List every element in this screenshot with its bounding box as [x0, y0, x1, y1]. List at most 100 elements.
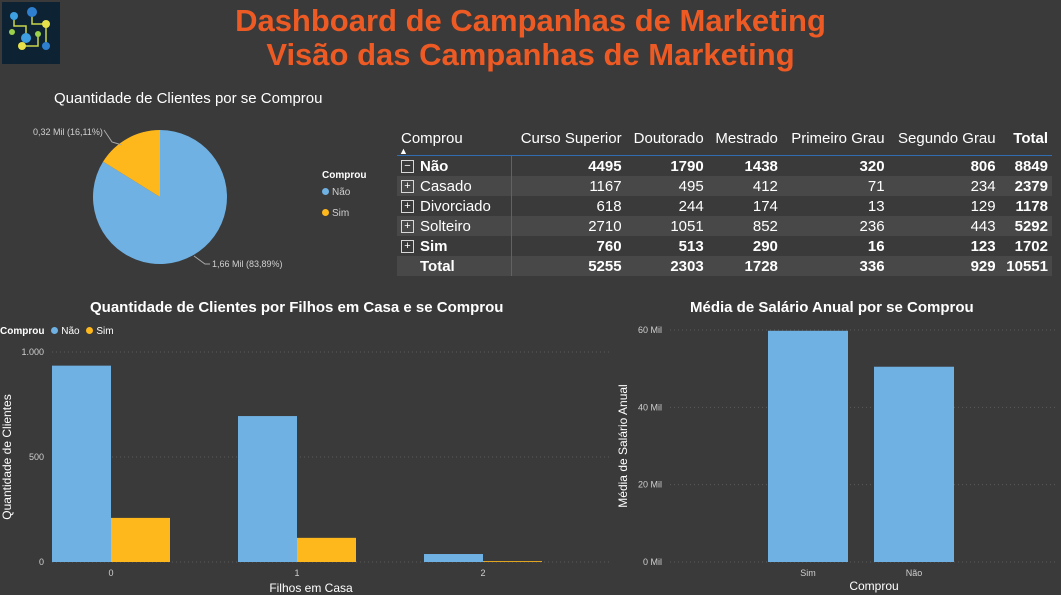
matrix-table[interactable]: Comprou ▲ Curso Superior Doutorado Mestr…: [397, 127, 1052, 276]
bar-salary-sim[interactable]: [768, 330, 848, 562]
matrix-row-label[interactable]: + Divorciado: [397, 196, 512, 216]
matrix-cell: 320: [859, 157, 885, 175]
matrix-header-primeiro-grau[interactable]: Primeiro Grau: [781, 127, 889, 156]
matrix-cell: 10551: [999, 256, 1052, 276]
legend-dot-nao: [322, 188, 329, 195]
matrix-row-não[interactable]: − Não 4495 1790 1438 320 806 8849: [397, 155, 1052, 176]
matrix-header-comprou[interactable]: Comprou ▲: [397, 127, 511, 156]
expand-icon[interactable]: +: [401, 180, 414, 194]
children-legend-item-sim[interactable]: Sim: [86, 326, 114, 337]
pie-chart[interactable]: 0,32 Mil (16,11%) 1,66 Mil (83,89%): [0, 115, 390, 285]
matrix-header-total[interactable]: Total: [999, 127, 1052, 156]
expand-icon[interactable]: +: [401, 220, 414, 234]
y-tick-label: 0: [39, 557, 44, 567]
legend-dot-nao: [51, 327, 59, 334]
legend-label-nao: Não: [332, 187, 351, 198]
matrix-cell: 1438: [744, 157, 778, 175]
y-axis-title: Quantidade de Clientes: [0, 394, 14, 519]
matrix-row-label-text: Total: [420, 257, 455, 275]
matrix-row-casado[interactable]: + Casado 1167 495 412 71 234 2379: [397, 176, 1052, 196]
y-tick-label: 20 Mil: [638, 480, 662, 490]
matrix-cell: 234: [888, 176, 1000, 196]
matrix-cell: 174: [752, 197, 778, 215]
matrix-cell: 16: [867, 237, 885, 255]
sort-ascending-icon[interactable]: ▲: [399, 146, 408, 156]
matrix-header-segundo-grau[interactable]: Segundo Grau: [888, 127, 1000, 156]
pie-chart-title: Quantidade de Clientes por se Comprou: [54, 90, 323, 107]
matrix-cell: 4495: [588, 157, 622, 175]
x-tick-label: 2: [480, 568, 485, 578]
salary-chart-title: Média de Salário Anual por se Comprou: [690, 299, 974, 316]
matrix-cell: 495: [625, 176, 708, 196]
bar-sim-0[interactable]: [111, 517, 170, 562]
bar-não-1[interactable]: [238, 416, 297, 562]
legend-dot-sim: [86, 327, 94, 334]
collapse-icon[interactable]: −: [401, 160, 414, 174]
pie-legend-item-sim[interactable]: Sim: [322, 208, 349, 219]
x-axis-title: Comprou: [849, 579, 898, 593]
matrix-cell: 2710: [511, 216, 626, 236]
matrix-cell: 13: [867, 197, 885, 215]
children-chart-legend: Comprou Não Sim: [0, 326, 114, 337]
matrix-header-curso-superior[interactable]: Curso Superior: [511, 127, 626, 156]
matrix-cell: 5255: [511, 256, 626, 276]
matrix-row-label-text: Casado: [420, 177, 472, 195]
matrix-header-mestrado[interactable]: Mestrado: [707, 127, 782, 156]
children-bar-chart[interactable]: 0 500 1.000 0 1 2 Filhos em Casa Quantidade de …: [0, 340, 620, 595]
matrix-row-label-text: Não: [420, 157, 449, 175]
pie-legend-title: Comprou: [322, 170, 367, 181]
pie-leader-line-nao: [193, 255, 210, 265]
matrix-cell: 1167: [511, 176, 626, 196]
matrix-cell: 2303: [625, 256, 708, 276]
y-tick-label: 500: [29, 452, 44, 462]
matrix-cell: 760: [596, 237, 622, 255]
bar-salary-não[interactable]: [874, 366, 954, 562]
children-legend-item-nao[interactable]: Não: [51, 326, 80, 337]
matrix-row-total[interactable]: Total 5255 2303 1728 336 929 10551: [397, 256, 1052, 276]
matrix-row-solteiro[interactable]: + Solteiro 2710 1051 852 236 443 5292: [397, 216, 1052, 236]
matrix-cell: 443: [888, 216, 1000, 236]
x-tick-label: Não: [906, 568, 923, 578]
matrix-cell: 2379: [999, 176, 1052, 196]
matrix-cell: 71: [781, 176, 889, 196]
matrix-cell: 929: [888, 256, 1000, 276]
bar-não-2[interactable]: [424, 554, 483, 562]
matrix-cell: 618: [596, 197, 622, 215]
matrix-row-sim[interactable]: + Sim 760 513 290 16 123 1702: [397, 236, 1052, 256]
matrix-row-label[interactable]: − Não: [397, 155, 512, 176]
matrix-cell: 8849: [1014, 157, 1048, 175]
pie-leader-line-sim: [103, 129, 123, 146]
bar-não-0[interactable]: [52, 365, 111, 562]
legend-label-sim: Sim: [96, 326, 114, 337]
salary-bar-chart[interactable]: 0 Mil 20 Mil 40 Mil 60 Mil Sim Não Comprou Médi…: [610, 318, 1061, 595]
matrix-row-label[interactable]: + Casado: [397, 176, 512, 196]
matrix-row-label[interactable]: + Solteiro: [397, 216, 512, 236]
matrix-row-divorciado[interactable]: + Divorciado 618 244 174 13 129 1178: [397, 196, 1052, 216]
expand-icon[interactable]: +: [401, 200, 414, 214]
expand-icon[interactable]: +: [401, 240, 414, 254]
y-tick-label: 60 Mil: [638, 325, 662, 335]
bar-sim-2[interactable]: [483, 561, 542, 562]
legend-label-sim: Sim: [332, 208, 350, 219]
y-tick-label: 1.000: [21, 347, 44, 357]
bar-sim-1[interactable]: [297, 537, 356, 562]
matrix-cell: 236: [781, 216, 889, 236]
matrix-cell: 1051: [625, 216, 708, 236]
matrix-cell: 513: [678, 237, 704, 255]
y-axis-title: Média de Salário Anual: [616, 384, 630, 507]
x-axis-title: Filhos em Casa: [269, 581, 353, 595]
pie-label-nao: 1,66 Mil (83,89%): [212, 259, 283, 269]
matrix-cell: 852: [707, 216, 782, 236]
matrix-row-label[interactable]: + Sim: [397, 236, 512, 256]
matrix-cell: 1178: [1015, 197, 1048, 215]
pie-legend-item-nao[interactable]: Não: [322, 187, 350, 198]
dashboard-title: Dashboard de Campanhas de Marketing: [235, 3, 826, 38]
matrix-cell: 412: [707, 176, 782, 196]
matrix-header-doutorado[interactable]: Doutorado: [625, 127, 708, 156]
pie-label-sim: 0,32 Mil (16,11%): [33, 127, 103, 137]
matrix-row-label-text: Solteiro: [420, 217, 471, 235]
dashboard-subtitle: Visão das Campanhas de Marketing: [266, 37, 795, 72]
matrix-cell: 336: [781, 256, 889, 276]
legend-dot-sim: [322, 209, 329, 216]
matrix-row-label[interactable]: Total: [397, 256, 512, 276]
